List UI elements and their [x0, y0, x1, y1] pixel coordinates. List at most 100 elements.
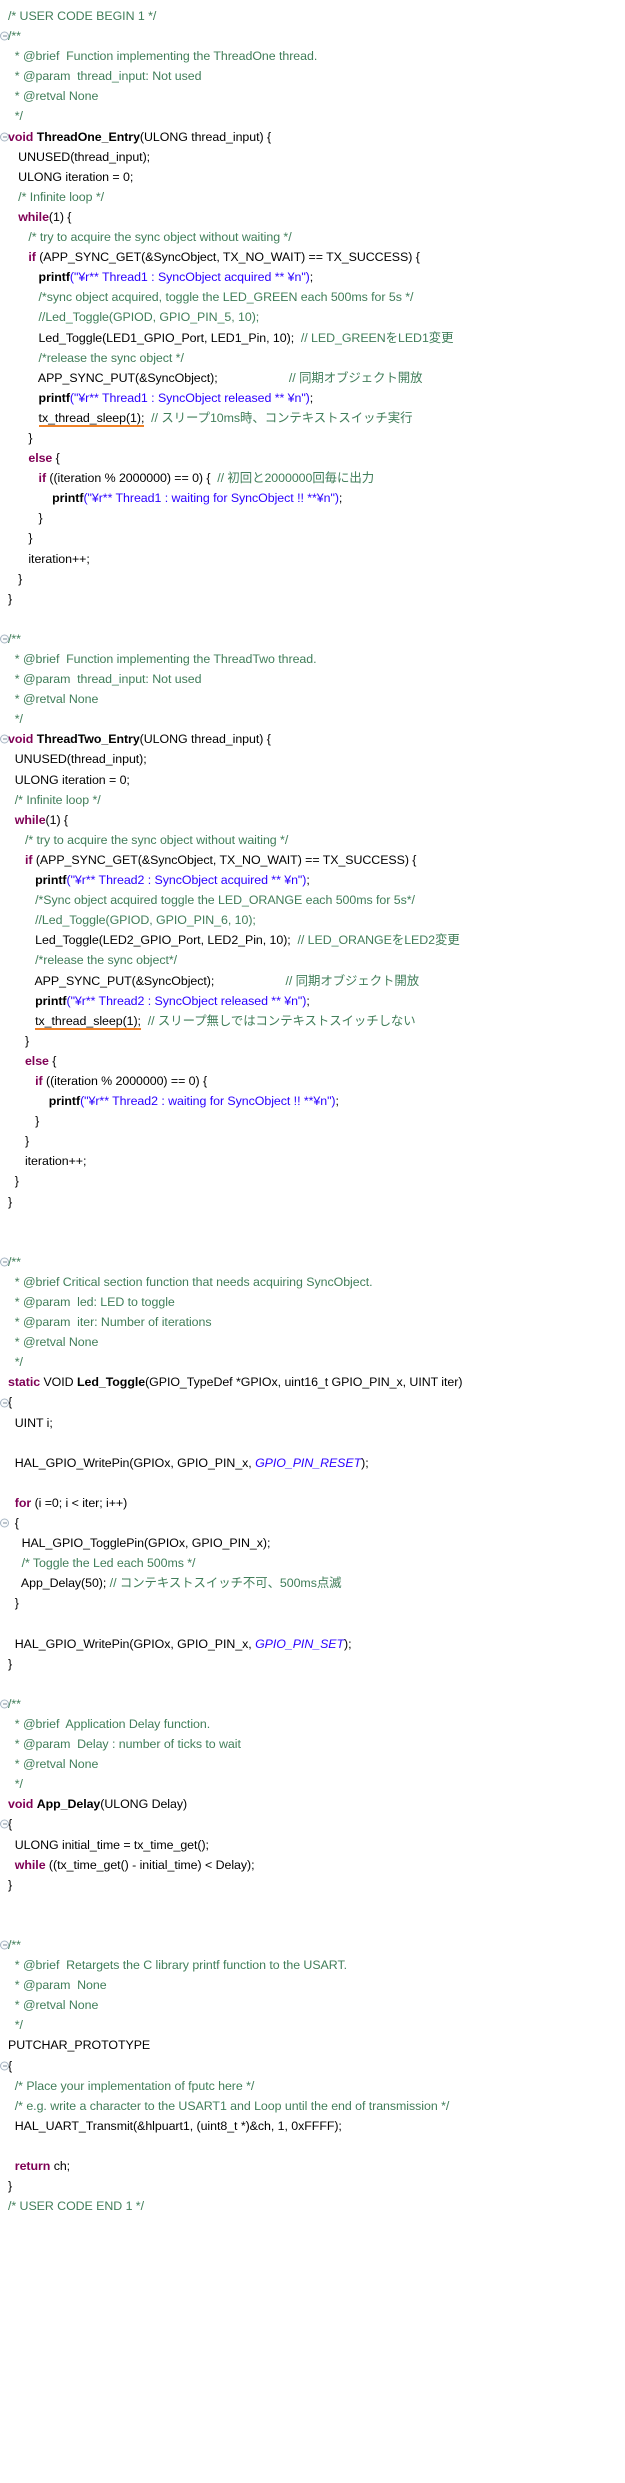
- code-line[interactable]: [0, 1433, 625, 1453]
- code-line[interactable]: else {: [0, 1051, 625, 1071]
- code-line[interactable]: * @brief Application Delay function.: [0, 1714, 625, 1734]
- code-line[interactable]: }: [0, 569, 625, 589]
- code-line[interactable]: * @retval None: [0, 86, 625, 106]
- code-line[interactable]: * @retval None: [0, 1995, 625, 2015]
- code-line[interactable]: /*release the sync object*/: [0, 950, 625, 970]
- code-line[interactable]: HAL_UART_Transmit(&hlpuart1, (uint8_t *)…: [0, 2116, 625, 2136]
- code-line[interactable]: printf("¥r** Thread1 : waiting for SyncO…: [0, 488, 625, 508]
- code-line[interactable]: }: [0, 1111, 625, 1131]
- code-line[interactable]: UNUSED(thread_input);: [0, 749, 625, 769]
- code-line[interactable]: * @param led: LED to toggle: [0, 1292, 625, 1312]
- code-line[interactable]: * @param None: [0, 1975, 625, 1995]
- code-line[interactable]: static VOID Led_Toggle(GPIO_TypeDef *GPI…: [0, 1372, 625, 1392]
- code-line[interactable]: [0, 1232, 625, 1252]
- code-line[interactable]: UINT i;: [0, 1413, 625, 1433]
- code-line[interactable]: /* try to acquire the sync object withou…: [0, 830, 625, 850]
- code-line[interactable]: * @param Delay : number of ticks to wait: [0, 1734, 625, 1754]
- code-line[interactable]: }: [0, 2176, 625, 2196]
- code-line[interactable]: /* e.g. write a character to the USART1 …: [0, 2096, 625, 2116]
- code-line[interactable]: while(1) {: [0, 810, 625, 830]
- code-line[interactable]: printf("¥r** Thread2 : SyncObject releas…: [0, 991, 625, 1011]
- code-line[interactable]: * @brief Function implementing the Threa…: [0, 46, 625, 66]
- code-line[interactable]: void ThreadOne_Entry(ULONG thread_input)…: [0, 127, 625, 147]
- code-line[interactable]: /**: [0, 1252, 625, 1272]
- code-line[interactable]: * @retval None: [0, 1754, 625, 1774]
- code-line[interactable]: /* try to acquire the sync object withou…: [0, 227, 625, 247]
- fold-collapse-icon[interactable]: [0, 2061, 9, 2071]
- code-line[interactable]: * @param thread_input: Not used: [0, 66, 625, 86]
- code-line[interactable]: */: [0, 709, 625, 729]
- code-line[interactable]: /* USER CODE END 1 */: [0, 2196, 625, 2216]
- code-line[interactable]: //Led_Toggle(GPIOD, GPIO_PIN_6, 10);: [0, 910, 625, 930]
- code-line[interactable]: APP_SYNC_PUT(&SyncObject); // 同期オブジェクト開放: [0, 971, 625, 991]
- code-line[interactable]: tx_thread_sleep(1); // スリープ無しではコンテキストスイッ…: [0, 1011, 625, 1031]
- code-line[interactable]: if ((iteration % 2000000) == 0) { // 初回と…: [0, 468, 625, 488]
- code-line[interactable]: /**: [0, 26, 625, 46]
- code-line[interactable]: printf("¥r** Thread1 : SyncObject acquir…: [0, 267, 625, 287]
- code-line[interactable]: if (APP_SYNC_GET(&SyncObject, TX_NO_WAIT…: [0, 850, 625, 870]
- code-line[interactable]: void App_Delay(ULONG Delay): [0, 1794, 625, 1814]
- code-line[interactable]: tx_thread_sleep(1); // スリープ10ms時、コンテキストス…: [0, 408, 625, 428]
- code-line[interactable]: }: [0, 428, 625, 448]
- code-line[interactable]: }: [0, 1171, 625, 1191]
- fold-collapse-icon[interactable]: [0, 1257, 9, 1267]
- code-line[interactable]: }: [0, 1131, 625, 1151]
- code-line[interactable]: while(1) {: [0, 207, 625, 227]
- code-line[interactable]: ULONG iteration = 0;: [0, 770, 625, 790]
- source-code-area[interactable]: /* USER CODE BEGIN 1 */ /** * @brief Func…: [0, 0, 625, 2216]
- fold-collapse-icon[interactable]: [0, 1819, 9, 1829]
- code-line[interactable]: [0, 1915, 625, 1935]
- code-line[interactable]: ULONG initial_time = tx_time_get();: [0, 1835, 625, 1855]
- code-line[interactable]: if ((iteration % 2000000) == 0) {: [0, 1071, 625, 1091]
- code-line[interactable]: /**: [0, 1694, 625, 1714]
- code-line[interactable]: if (APP_SYNC_GET(&SyncObject, TX_NO_WAIT…: [0, 247, 625, 267]
- code-line[interactable]: }: [0, 1031, 625, 1051]
- code-line[interactable]: * @brief Function implementing the Threa…: [0, 649, 625, 669]
- code-line[interactable]: /**: [0, 629, 625, 649]
- code-line[interactable]: [0, 1212, 625, 1232]
- code-line[interactable]: App_Delay(50); // コンテキストスイッチ不可、500ms点滅: [0, 1573, 625, 1593]
- code-line[interactable]: //Led_Toggle(GPIOD, GPIO_PIN_5, 10);: [0, 307, 625, 327]
- fold-collapse-icon[interactable]: [0, 734, 9, 744]
- code-line[interactable]: [0, 1895, 625, 1915]
- code-line[interactable]: [0, 1614, 625, 1634]
- code-line[interactable]: }: [0, 528, 625, 548]
- code-line[interactable]: /* Place your implementation of fputc he…: [0, 2076, 625, 2096]
- code-line[interactable]: * @retval None: [0, 1332, 625, 1352]
- code-line[interactable]: * @brief Critical section function that …: [0, 1272, 625, 1292]
- fold-collapse-icon[interactable]: [0, 1699, 9, 1709]
- code-line[interactable]: else {: [0, 448, 625, 468]
- code-line[interactable]: HAL_GPIO_TogglePin(GPIOx, GPIO_PIN_x);: [0, 1533, 625, 1553]
- code-line[interactable]: return ch;: [0, 2156, 625, 2176]
- code-line[interactable]: }: [0, 1875, 625, 1895]
- code-line[interactable]: */: [0, 106, 625, 126]
- code-line[interactable]: Led_Toggle(LED1_GPIO_Port, LED1_Pin, 10)…: [0, 328, 625, 348]
- code-line[interactable]: }: [0, 1654, 625, 1674]
- code-line[interactable]: [0, 1473, 625, 1493]
- code-line[interactable]: /*sync object acquired, toggle the LED_G…: [0, 287, 625, 307]
- code-line[interactable]: /*release the sync object */: [0, 348, 625, 368]
- code-line[interactable]: * @brief Retargets the C library printf …: [0, 1955, 625, 1975]
- code-line[interactable]: {: [0, 1513, 625, 1533]
- code-line[interactable]: {: [0, 2056, 625, 2076]
- code-line[interactable]: }: [0, 1192, 625, 1212]
- code-line[interactable]: * @param thread_input: Not used: [0, 669, 625, 689]
- fold-collapse-icon[interactable]: [0, 31, 9, 41]
- code-line[interactable]: iteration++;: [0, 549, 625, 569]
- code-line[interactable]: ULONG iteration = 0;: [0, 167, 625, 187]
- fold-collapse-icon[interactable]: [0, 1940, 9, 1950]
- code-line[interactable]: for (i =0; i < iter; i++): [0, 1493, 625, 1513]
- code-line[interactable]: HAL_GPIO_WritePin(GPIOx, GPIO_PIN_x, GPI…: [0, 1453, 625, 1473]
- code-line[interactable]: PUTCHAR_PROTOTYPE: [0, 2035, 625, 2055]
- code-line[interactable]: }: [0, 508, 625, 528]
- code-line[interactable]: printf("¥r** Thread2 : SyncObject acquir…: [0, 870, 625, 890]
- fold-collapse-icon[interactable]: [0, 1518, 9, 1528]
- code-line[interactable]: * @retval None: [0, 689, 625, 709]
- code-line[interactable]: /*Sync object acquired toggle the LED_OR…: [0, 890, 625, 910]
- code-line[interactable]: printf("¥r** Thread1 : SyncObject releas…: [0, 388, 625, 408]
- code-line[interactable]: while ((tx_time_get() - initial_time) < …: [0, 1855, 625, 1875]
- code-line[interactable]: * @param iter: Number of iterations: [0, 1312, 625, 1332]
- code-line[interactable]: APP_SYNC_PUT(&SyncObject); // 同期オブジェクト開放: [0, 368, 625, 388]
- code-line[interactable]: printf("¥r** Thread2 : waiting for SyncO…: [0, 1091, 625, 1111]
- code-line[interactable]: /**: [0, 1935, 625, 1955]
